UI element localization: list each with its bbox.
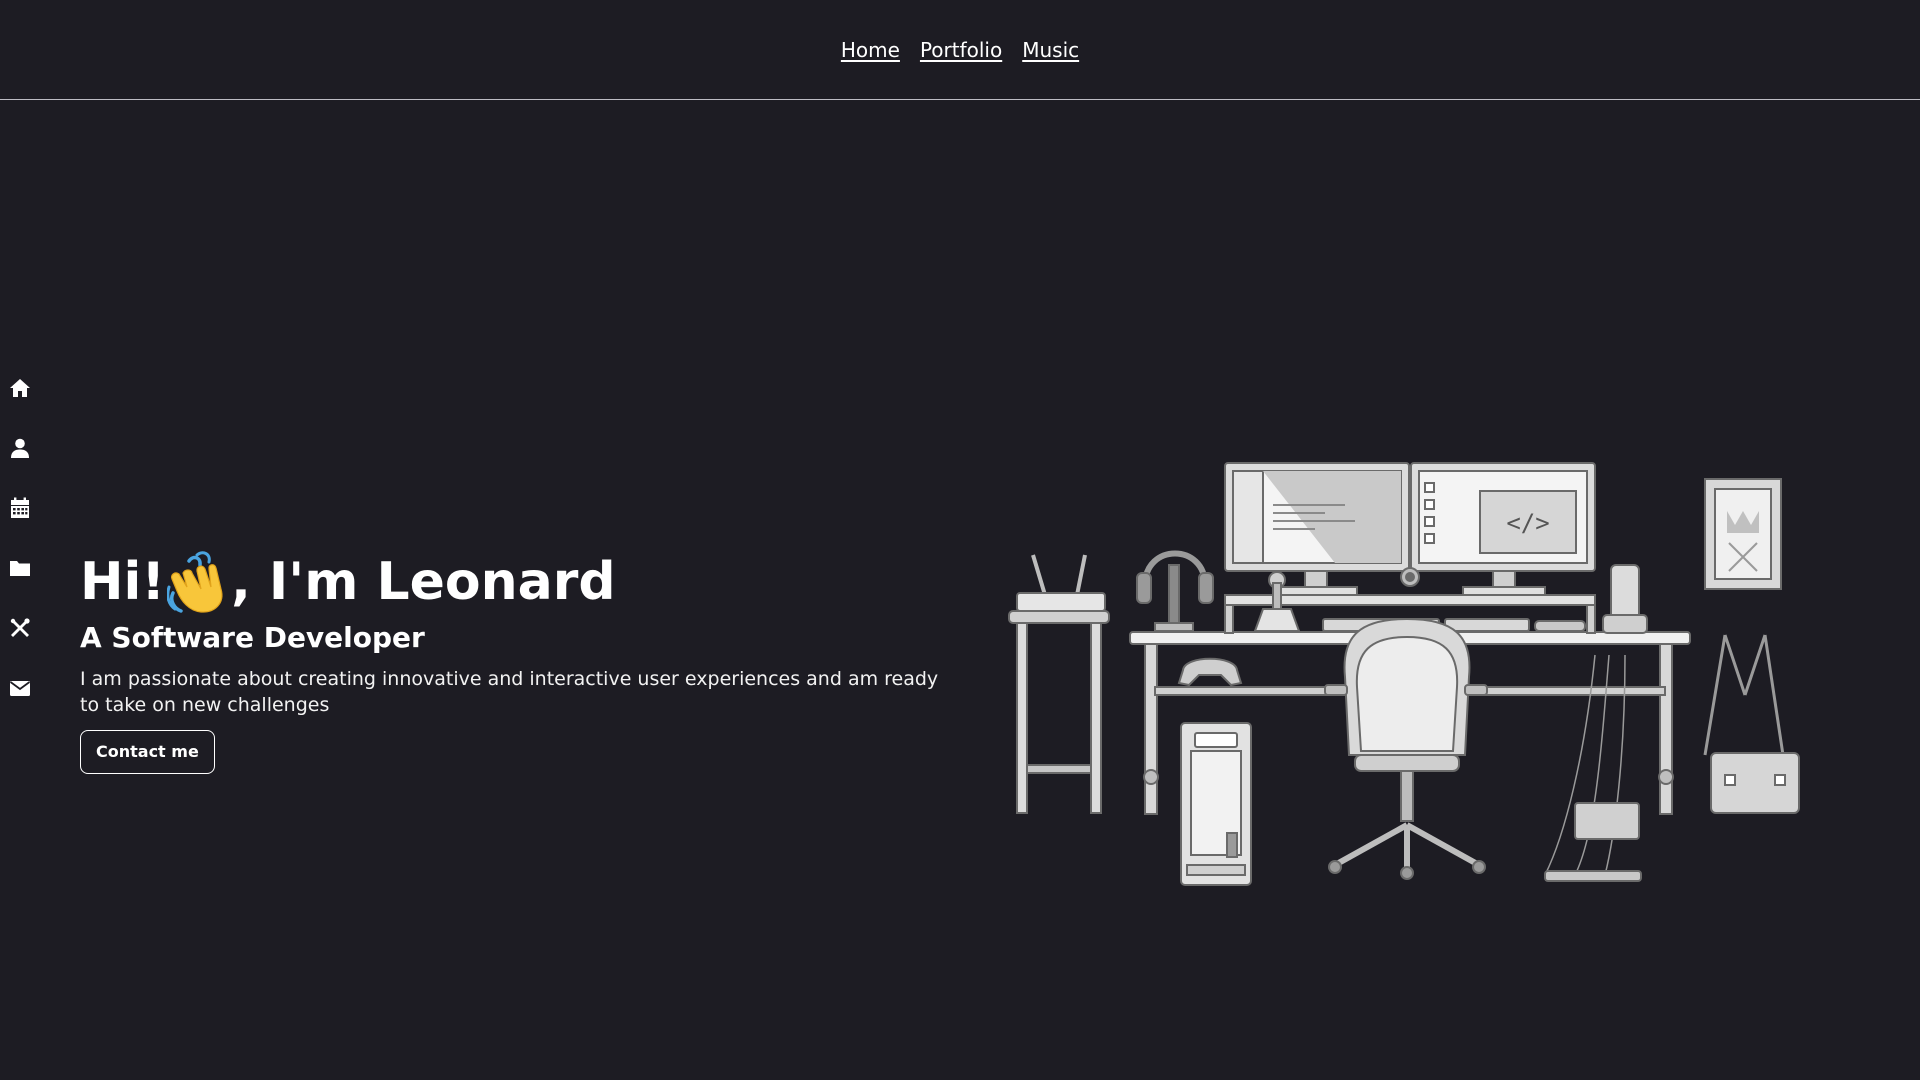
user-icon[interactable]: [8, 436, 32, 460]
hero-heading: Hi! , I'm Leonard: [80, 548, 950, 616]
hero-subtitle: A Software Developer: [80, 621, 425, 654]
calendar-icon[interactable]: [8, 496, 32, 520]
mail-icon[interactable]: [8, 676, 32, 700]
greeting-name: , I'm Leonard: [231, 552, 616, 612]
nav-link-portfolio[interactable]: Portfolio: [920, 38, 1002, 62]
tools-icon[interactable]: [8, 616, 32, 640]
hero-section: Hi! , I'm Leonard A Software Developer I…: [80, 548, 950, 774]
side-navigation: [8, 376, 32, 700]
svg-text:</>: </>: [1506, 509, 1549, 537]
waving-hand-icon: [167, 551, 223, 613]
folder-icon[interactable]: [8, 556, 32, 580]
home-icon[interactable]: [8, 376, 32, 400]
nav-link-music[interactable]: Music: [1022, 38, 1079, 62]
developer-desk-illustration: </>: [1008, 462, 1800, 886]
top-navigation: Home Portfolio Music: [0, 0, 1920, 100]
contact-me-button[interactable]: Contact me: [80, 730, 215, 774]
nav-link-home[interactable]: Home: [841, 38, 900, 62]
greeting-hi: Hi!: [80, 552, 166, 612]
hero-description: I am passionate about creating innovativ…: [80, 668, 939, 716]
